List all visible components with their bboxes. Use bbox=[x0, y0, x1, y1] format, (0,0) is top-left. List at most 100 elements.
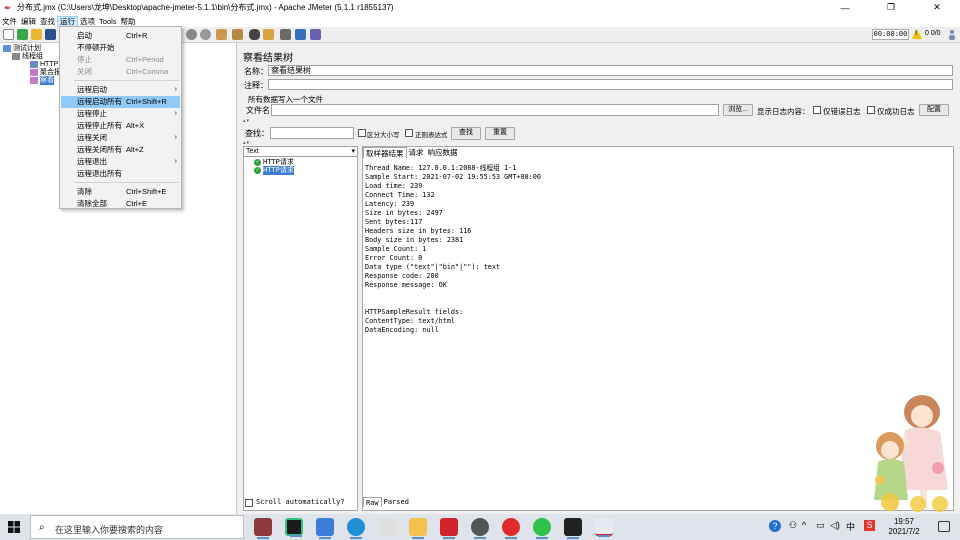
tab-parsed[interactable]: Parsed bbox=[382, 497, 411, 507]
menu-tools[interactable]: Tools bbox=[97, 16, 119, 27]
minimize-button[interactable]: — bbox=[822, 0, 868, 15]
search-field[interactable] bbox=[270, 127, 354, 139]
maximize-button[interactable]: ❐ bbox=[868, 0, 914, 15]
sogou-ime-icon[interactable]: S bbox=[864, 520, 875, 531]
help-book-icon[interactable] bbox=[295, 29, 306, 40]
splitter-handle[interactable]: ▴▾ bbox=[243, 118, 250, 124]
pycharm-app-icon[interactable] bbox=[285, 518, 303, 537]
case-sensitive-checkbox[interactable] bbox=[358, 129, 366, 137]
menu-item-label: 远程关闭 bbox=[77, 133, 107, 142]
vscode-app-icon[interactable] bbox=[316, 518, 334, 539]
run-menu-item[interactable]: 远程退出所有 bbox=[61, 168, 180, 180]
tab-request[interactable]: 请求 bbox=[407, 147, 426, 158]
binoculars-icon[interactable] bbox=[249, 29, 260, 40]
volume-icon[interactable]: ◁) bbox=[830, 520, 840, 531]
result-item[interactable]: ✓ HTTP请求 bbox=[254, 166, 294, 175]
function-helper-icon[interactable] bbox=[280, 29, 291, 40]
tab-sampler-result[interactable]: 取样器结果 bbox=[363, 147, 407, 158]
app-icon[interactable] bbox=[378, 518, 396, 536]
run-menu-item[interactable]: 远程退出 › bbox=[61, 156, 180, 168]
clear-icon[interactable] bbox=[216, 29, 227, 40]
filename-label: 文件名 bbox=[246, 106, 270, 115]
menu-item-label: 清除全部 bbox=[77, 199, 107, 208]
menu-item-shortcut: Ctrl+Period bbox=[126, 55, 164, 64]
app-icon[interactable] bbox=[440, 518, 458, 539]
name-field[interactable]: 察看结果树 bbox=[268, 65, 953, 76]
run-menu-item[interactable]: 远程关闭 › bbox=[61, 132, 180, 144]
help-tray-icon[interactable]: ? bbox=[769, 520, 781, 532]
menu-file[interactable]: 文件 bbox=[0, 16, 19, 27]
filename-field[interactable] bbox=[271, 104, 719, 116]
warning-icon[interactable] bbox=[912, 29, 922, 39]
run-menu: 启动 Ctrl+R 不停顿开始 停止 Ctrl+Period 关闭 Ctrl+Comma 远程… bbox=[59, 26, 182, 209]
close-button[interactable]: ✕ bbox=[914, 0, 960, 15]
run-menu-item[interactable]: 清除 Ctrl+Shift+E bbox=[61, 186, 180, 198]
run-menu-item[interactable]: 远程停止所有 Alt+X bbox=[61, 120, 180, 132]
clock[interactable]: 19:57 2021/7/2 bbox=[880, 517, 928, 537]
run-menu-item[interactable]: 远程停止 › bbox=[61, 108, 180, 120]
tab-raw[interactable]: Raw bbox=[363, 497, 382, 507]
wechat-app-icon[interactable] bbox=[533, 518, 551, 539]
success-check-icon: ✓ bbox=[254, 159, 261, 166]
run-menu-item[interactable]: 启动 Ctrl+R bbox=[61, 30, 180, 42]
reset-button[interactable]: 重置 bbox=[485, 127, 515, 140]
run-menu-item[interactable]: 远程关闭所有 Alt+Z bbox=[61, 144, 180, 156]
open-icon[interactable] bbox=[31, 29, 42, 40]
menu-item-label: 远程启动 bbox=[77, 85, 107, 94]
reset-search-icon[interactable] bbox=[263, 29, 274, 40]
edge-app-icon[interactable] bbox=[347, 518, 365, 539]
wps-app-icon[interactable] bbox=[254, 518, 272, 539]
renderer-select[interactable]: Text ▾ bbox=[243, 146, 358, 157]
success-only-checkbox[interactable] bbox=[867, 106, 875, 114]
run-menu-item[interactable]: 停止 Ctrl+Period bbox=[61, 54, 180, 66]
run-menu-item[interactable]: 不停顿开始 bbox=[61, 42, 180, 54]
result-tree-list[interactable] bbox=[243, 146, 358, 511]
new-icon[interactable] bbox=[3, 29, 14, 40]
save-icon[interactable] bbox=[45, 29, 56, 40]
terminal-app-icon[interactable] bbox=[564, 518, 582, 539]
result-label: HTTP请求 bbox=[263, 166, 294, 175]
language-indicator[interactable]: 中 bbox=[846, 520, 855, 533]
regex-checkbox[interactable] bbox=[405, 129, 413, 137]
comment-field[interactable] bbox=[268, 79, 953, 90]
menu-options[interactable]: 选项 bbox=[78, 16, 97, 27]
shutdown-icon[interactable] bbox=[200, 29, 211, 40]
menu-run[interactable]: 运行 bbox=[57, 15, 78, 27]
find-button[interactable]: 查找 bbox=[451, 127, 481, 140]
run-menu-item[interactable]: 关闭 Ctrl+Comma bbox=[61, 66, 180, 78]
warning-mark: ! bbox=[915, 31, 917, 37]
remote-icon[interactable] bbox=[310, 29, 321, 40]
anime-characters-decoration bbox=[874, 395, 948, 512]
menu-item-label: 远程退出 bbox=[77, 157, 107, 166]
clear-all-icon[interactable] bbox=[232, 29, 243, 40]
notification-icon[interactable] bbox=[938, 521, 950, 532]
menu-help[interactable]: 帮助 bbox=[119, 16, 138, 27]
errors-only-checkbox[interactable] bbox=[813, 106, 821, 114]
browse-button[interactable]: 浏览... bbox=[723, 104, 753, 116]
network-icon[interactable]: ▭ bbox=[816, 520, 825, 531]
run-menu-item[interactable]: 清除全部 Ctrl+E bbox=[61, 198, 180, 210]
jmeter-app-icon[interactable] bbox=[595, 518, 613, 537]
chevron-up-icon[interactable]: ^ bbox=[802, 520, 806, 530]
tree-item-view-results-tree[interactable]: 察看 bbox=[30, 76, 54, 85]
menu-item-shortcut: Ctrl+E bbox=[126, 199, 148, 208]
netease-music-icon[interactable] bbox=[502, 518, 520, 539]
scroll-automatically-checkbox[interactable] bbox=[245, 499, 253, 507]
menu-search[interactable]: 查找 bbox=[38, 16, 57, 27]
menu-item-label: 远程启动所有 bbox=[77, 97, 122, 106]
app-icon[interactable] bbox=[471, 518, 489, 539]
menu-separator bbox=[74, 80, 179, 81]
taskbar-search-box[interactable]: ⌕ 在这里输入你要搜索的内容 bbox=[30, 515, 244, 539]
run-menu-item[interactable]: 远程启动 › bbox=[61, 84, 180, 96]
menu-item-shortcut: Ctrl+R bbox=[126, 31, 148, 40]
file-explorer-icon[interactable] bbox=[409, 518, 427, 539]
menu-edit[interactable]: 编辑 bbox=[19, 16, 38, 27]
windows-start-icon[interactable] bbox=[8, 521, 20, 533]
configure-button[interactable]: 配置 bbox=[919, 104, 949, 116]
run-menu-item[interactable]: 远程启动所有 Ctrl+Shift+R bbox=[61, 96, 180, 108]
templates-icon[interactable] bbox=[17, 29, 28, 40]
tab-response-data[interactable]: 响应数据 bbox=[426, 147, 460, 158]
people-icon[interactable]: ⚇ bbox=[789, 520, 797, 531]
name-label: 名称： bbox=[244, 67, 268, 76]
stop-icon[interactable] bbox=[186, 29, 197, 40]
